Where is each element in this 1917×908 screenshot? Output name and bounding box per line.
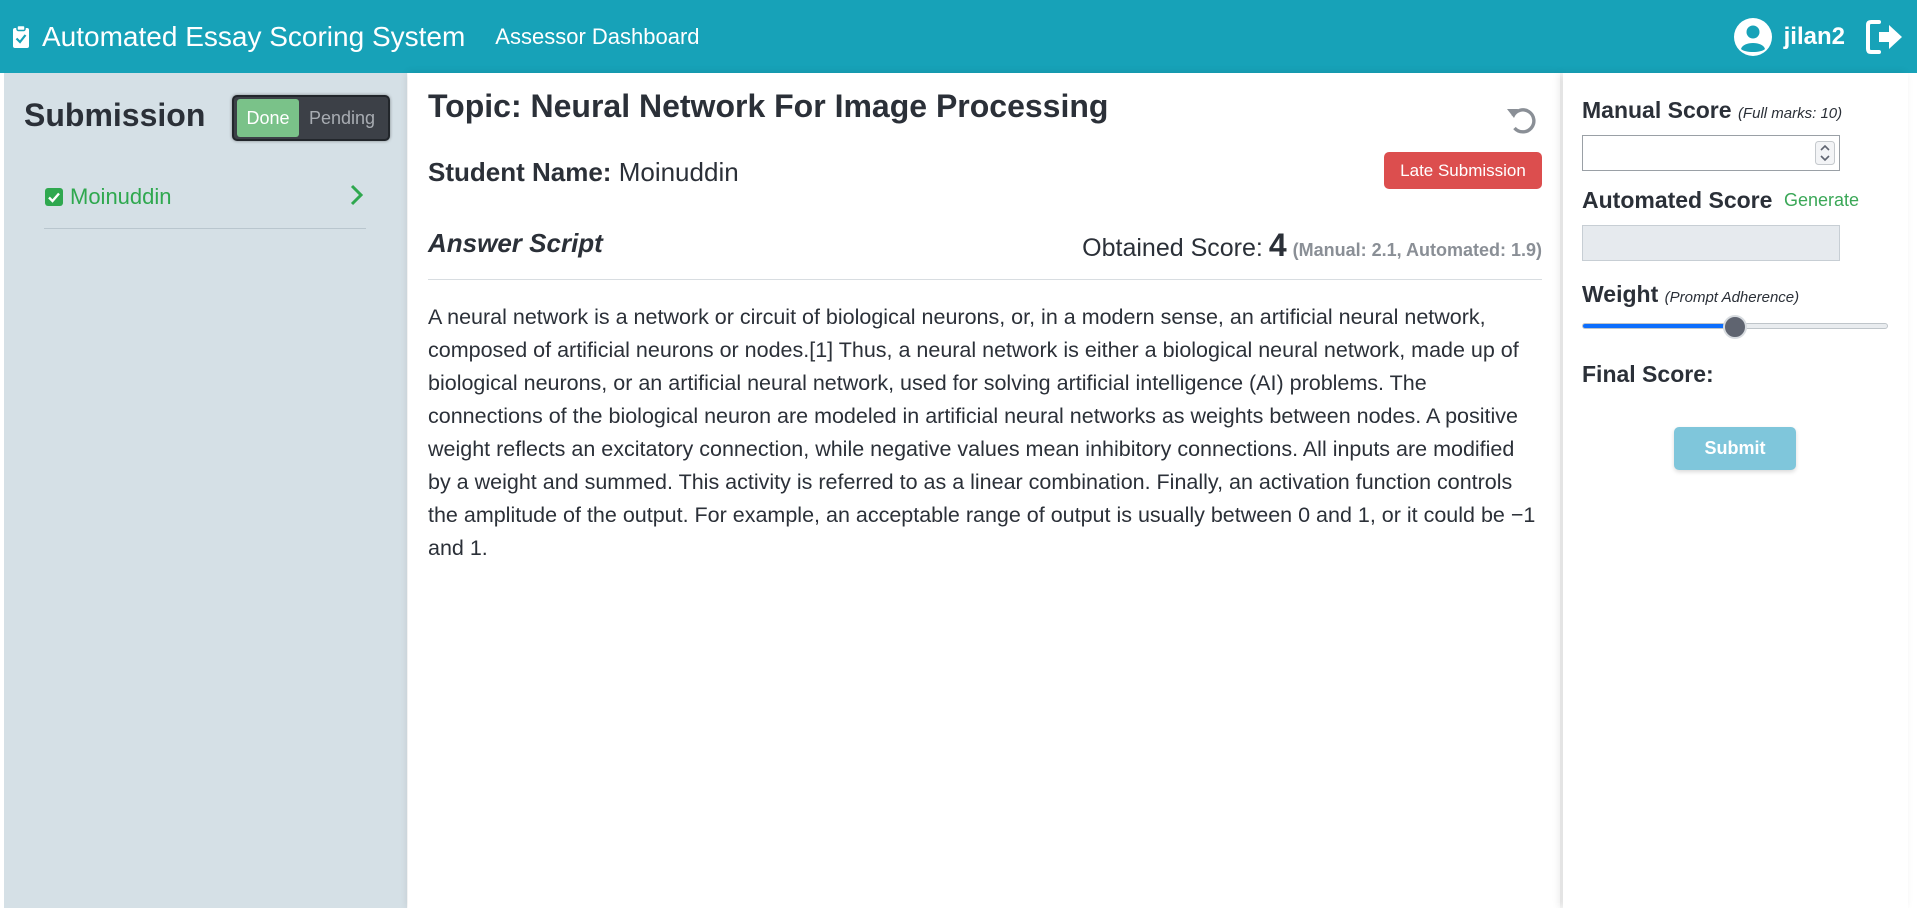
sidebar-title: Submission [24, 97, 206, 133]
obtained-score-value: 4 [1268, 227, 1287, 263]
status-toggle: Done Pending [232, 95, 390, 141]
weight-note: (Prompt Adherence) [1664, 289, 1800, 306]
toggle-pending-button[interactable]: Pending [299, 99, 385, 137]
brand[interactable]: Automated Essay Scoring System [12, 21, 465, 53]
student-name-label: Student Name: [428, 157, 612, 187]
weight-label: Weight (Prompt Adherence) [1582, 281, 1799, 308]
manual-score-title: Manual Score [1582, 97, 1732, 123]
late-submission-badge: Late Submission [1384, 152, 1542, 189]
nav-assessor-dashboard[interactable]: Assessor Dashboard [495, 24, 699, 50]
student-name: Moinuddin [618, 157, 739, 187]
toggle-done-button[interactable]: Done [237, 99, 299, 137]
topic-title: Topic: Neural Network For Image Processi… [428, 88, 1109, 124]
weight-title: Weight [1582, 281, 1659, 307]
user-area: jilan2 [1733, 0, 1905, 73]
submission-item[interactable]: Moinuddin [44, 179, 366, 229]
answer-script-title: Answer Script [428, 228, 603, 258]
submit-button[interactable]: Submit [1674, 427, 1796, 470]
obtained-score: Obtained Score: 4 (Manual: 2.1, Automate… [1082, 227, 1542, 264]
username[interactable]: jilan2 [1784, 23, 1845, 51]
automated-score-title: Automated Score [1582, 187, 1773, 213]
submission-sidebar: Submission Done Pending Moinuddin [4, 73, 407, 908]
manual-score-input[interactable] [1582, 135, 1840, 171]
app-title: Automated Essay Scoring System [42, 20, 466, 52]
generate-link[interactable]: Generate [1784, 190, 1859, 211]
submission-item-name: Moinuddin [70, 183, 172, 209]
sign-out-icon[interactable] [1865, 19, 1905, 55]
automated-score-input [1582, 225, 1840, 261]
obtained-score-detail: (Manual: 2.1, Automated: 1.9) [1292, 240, 1542, 260]
manual-score-note: (Full marks: 10) [1737, 105, 1843, 122]
weight-slider-fill [1583, 324, 1735, 328]
scoring-panel: Manual Score (Full marks: 10) Automated … [1563, 73, 1908, 908]
weight-slider-thumb[interactable] [1723, 315, 1747, 339]
top-navbar: Automated Essay Scoring System Assessor … [0, 0, 1917, 73]
chevron-right-icon[interactable] [346, 183, 366, 207]
answer-panel: Topic: Neural Network For Image Processi… [408, 73, 1560, 908]
number-spinner-icon[interactable] [1815, 141, 1835, 165]
essay-text: A neural network is a network or circuit… [428, 305, 1536, 560]
undo-icon[interactable] [1505, 104, 1537, 136]
weight-slider[interactable] [1582, 315, 1888, 339]
divider [428, 279, 1542, 280]
manual-score-label: Manual Score (Full marks: 10) [1582, 97, 1842, 124]
check-square-icon [44, 187, 64, 207]
student-name-line: Student Name: Moinuddin [428, 157, 739, 188]
obtained-score-label: Obtained Score: [1082, 234, 1263, 262]
final-score-label: Final Score: [1582, 361, 1714, 387]
user-circle-icon[interactable] [1733, 17, 1772, 56]
clipboard-check-icon [12, 24, 30, 49]
